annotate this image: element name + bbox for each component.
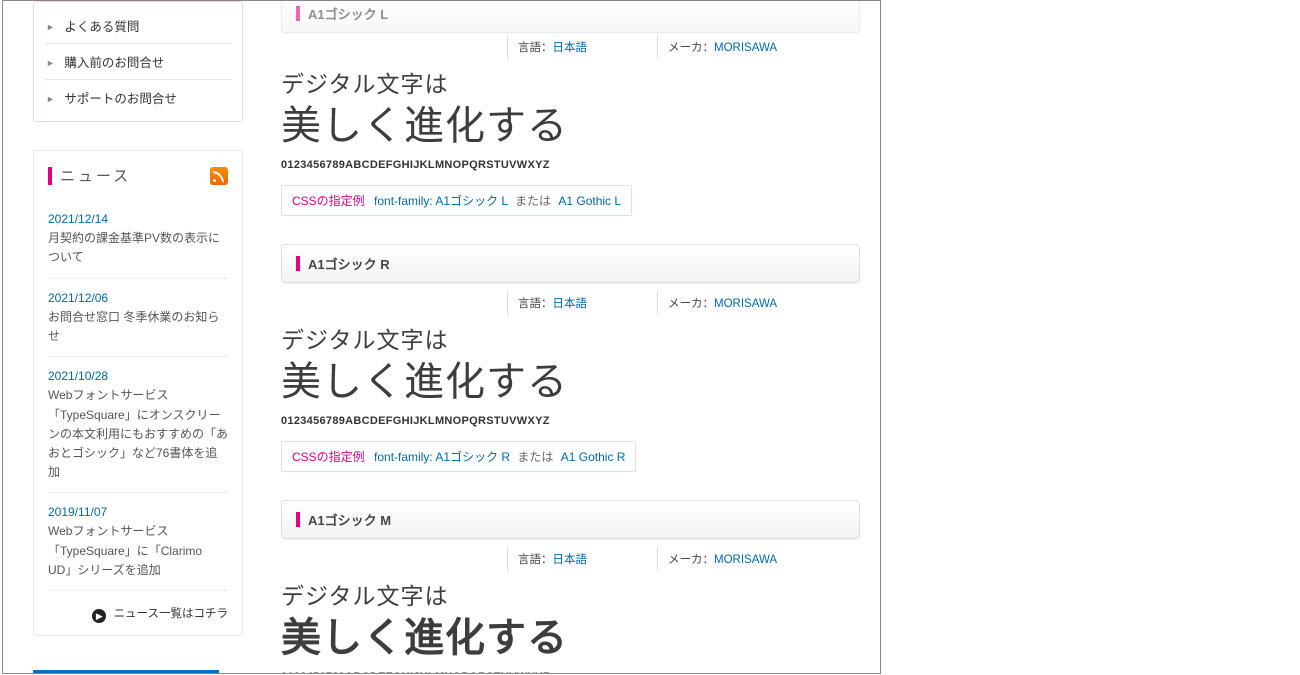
font-lang: 言語：日本語 [507,291,597,315]
news-more-label: ニュース一覧はコチラ [114,608,228,620]
css-or: または [517,450,553,464]
css-code-jp: font-family: A1ゴシック L [374,194,508,208]
font-lang: 言語：日本語 [507,35,597,59]
font-card: A1ゴシック R 言語：日本語 メーカ：MORISAWA デジタル文字は 美しく… [281,244,860,472]
accent-bar [296,512,300,527]
news-text: 月契約の課金基準PV数の表示について [48,229,228,267]
meta-value: 日本語 [553,298,588,310]
bullet-icon: ► [46,22,55,32]
accent-bar [48,167,52,185]
css-code-en: A1 Gothic R [561,450,626,464]
news-box: ニュース 2021/12/14 月契約の課金基準PV数の表示について 2021/… [33,150,243,636]
meta-label: メーカ： [668,554,714,566]
font-name: A1ゴシック L [308,4,388,23]
window-frame: ► よくある質問 ► 購入前のお問合せ ► サポートのお問合せ ニュース [2,0,881,674]
font-name: A1ゴシック M [308,510,391,529]
sample-alnum: 0123456789ABCDEFGHIJKLMNOPQRSTUVWXYZ [281,159,860,171]
font-card: A1ゴシック M 言語：日本語 メーカ：MORISAWA デジタル文字は 美しく… [281,500,860,674]
css-label: CSSの指定例 [292,194,365,208]
font-lang: 言語：日本語 [507,547,597,571]
css-code-jp: font-family: A1ゴシック R [374,450,510,464]
css-example: CSSの指定例 font-family: A1ゴシック R または A1 Got… [281,441,636,472]
meta-value: 日本語 [553,42,588,54]
meta-value: 日本語 [553,554,588,566]
css-label: CSSの指定例 [292,450,365,464]
news-item[interactable]: 2021/10/28 Webフォントサービス「TypeSquare」にオンスクリ… [48,357,228,493]
nav-label: よくある質問 [64,20,139,34]
arrow-right-circle-icon: ▶ [92,609,106,623]
sample-alnum: 0123456789ABCDEFGHIJKLMNOPQRSTUVWXYZ [281,671,860,674]
sample-text-1: デジタル文字は [281,321,860,355]
news-text: Webフォントサービス「TypeSquare」にオンスクリーンの本文利用にもおす… [48,386,228,482]
meta-label: 言語： [518,298,553,310]
font-card-header: A1ゴシック L [281,0,860,33]
meta-label: 言語： [518,42,553,54]
news-item[interactable]: 2021/12/06 お問合せ窓口 冬季休業のお知らせ [48,279,228,358]
font-maker: メーカ：MORISAWA [657,35,787,59]
font-card-header: A1ゴシック M [281,500,860,539]
news-date: 2021/12/14 [48,210,228,229]
news-date: 2021/10/28 [48,367,228,386]
news-text: Webフォントサービス「TypeSquare」に「Clarimo UD」シリーズ… [48,522,228,580]
nav-label: サポートのお問合せ [64,92,177,106]
support-nav: ► よくある質問 ► 購入前のお問合せ ► サポートのお問合せ [33,1,243,122]
rss-icon[interactable] [210,167,228,185]
meta-label: 言語： [518,554,553,566]
footer-banner[interactable] [33,670,219,674]
sample-text-1: デジタル文字は [281,577,860,611]
meta-value: MORISAWA [714,42,777,54]
font-maker: メーカ：MORISAWA [657,547,787,571]
news-more-link[interactable]: ▶ ニュース一覧はコチラ [48,591,228,623]
sample-text-1: デジタル文字は [281,65,860,99]
accent-bar [296,256,300,271]
sample-text-2: 美しく進化する [281,355,860,409]
bullet-icon: ► [46,94,55,104]
news-text: お問合せ窓口 冬季休業のお知らせ [48,308,228,346]
sidebar: ► よくある質問 ► 購入前のお問合せ ► サポートのお問合せ ニュース [33,1,243,674]
sample-text-2: 美しく進化する [281,99,860,153]
meta-label: メーカ： [668,298,714,310]
news-item[interactable]: 2021/12/14 月契約の課金基準PV数の表示について [48,200,228,279]
nav-faq[interactable]: ► よくある質問 [44,8,232,44]
bullet-icon: ► [46,58,55,68]
css-or: または [515,194,551,208]
font-name: A1ゴシック R [308,254,390,273]
news-item[interactable]: 2019/11/07 Webフォントサービス「TypeSquare」に「Clar… [48,493,228,591]
nav-support[interactable]: ► サポートのお問合せ [44,80,232,115]
news-date: 2021/12/06 [48,289,228,308]
sample-alnum: 0123456789ABCDEFGHIJKLMNOPQRSTUVWXYZ [281,415,860,427]
meta-value: MORISAWA [714,298,777,310]
sample-text-2: 美しく進化する [281,611,860,665]
font-list: A1ゴシック L 言語：日本語 メーカ：MORISAWA デジタル文字は 美しく… [243,1,860,674]
news-date: 2019/11/07 [48,503,228,522]
font-card: A1ゴシック L 言語：日本語 メーカ：MORISAWA デジタル文字は 美しく… [281,0,860,216]
nav-presales[interactable]: ► 購入前のお問合せ [44,44,232,80]
meta-value: MORISAWA [714,554,777,566]
css-code-en: A1 Gothic L [558,194,621,208]
accent-bar [296,6,300,21]
css-example: CSSの指定例 font-family: A1ゴシック L または A1 Got… [281,185,632,216]
font-card-header: A1ゴシック R [281,244,860,283]
meta-label: メーカ： [668,42,714,54]
font-maker: メーカ：MORISAWA [657,291,787,315]
nav-label: 購入前のお問合せ [64,56,164,70]
news-heading: ニュース [60,165,131,186]
